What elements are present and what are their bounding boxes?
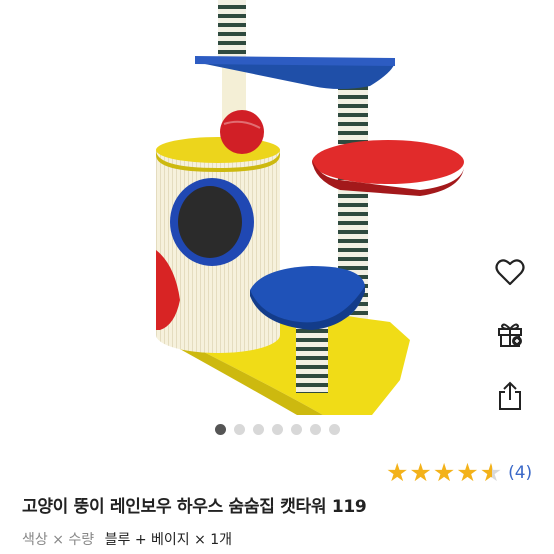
carousel-dot[interactable] <box>252 424 264 435</box>
heart-outline-icon <box>495 259 525 286</box>
carousel-dot[interactable] <box>214 424 226 435</box>
rating-row[interactable]: ★ ★ ★ ★ ★ (4) <box>386 460 532 485</box>
product-title: 고양이 뚱이 레인보우 하우스 숨숨집 캣타워 119 <box>22 497 367 517</box>
carousel-dot[interactable] <box>328 424 340 435</box>
gift-box-icon <box>498 323 522 347</box>
carousel-indicator <box>0 424 554 435</box>
selected-option: 색상 × 수량 블루 + 베이지 × 1개 <box>22 529 232 549</box>
star-half-icon: ★ <box>479 458 503 487</box>
star-icon: ★ <box>432 458 456 487</box>
gift-button[interactable] <box>488 312 532 356</box>
star-icon: ★ <box>456 458 479 487</box>
review-count-link[interactable]: (4) <box>508 463 532 483</box>
wishlist-button[interactable] <box>488 250 532 294</box>
carousel-dot[interactable] <box>290 424 302 435</box>
option-label: 색상 × 수량 <box>22 532 95 548</box>
share-upload-icon <box>499 381 521 410</box>
star-icon: ★ <box>386 458 409 487</box>
share-button[interactable] <box>488 374 532 418</box>
carousel-dot[interactable] <box>233 424 245 435</box>
product-image[interactable] <box>0 0 554 415</box>
carousel-dot[interactable] <box>271 424 283 435</box>
star-icon: ★ <box>409 458 432 487</box>
carousel-dot[interactable] <box>309 424 321 435</box>
option-value: 블루 + 베이지 × 1개 <box>104 532 233 548</box>
